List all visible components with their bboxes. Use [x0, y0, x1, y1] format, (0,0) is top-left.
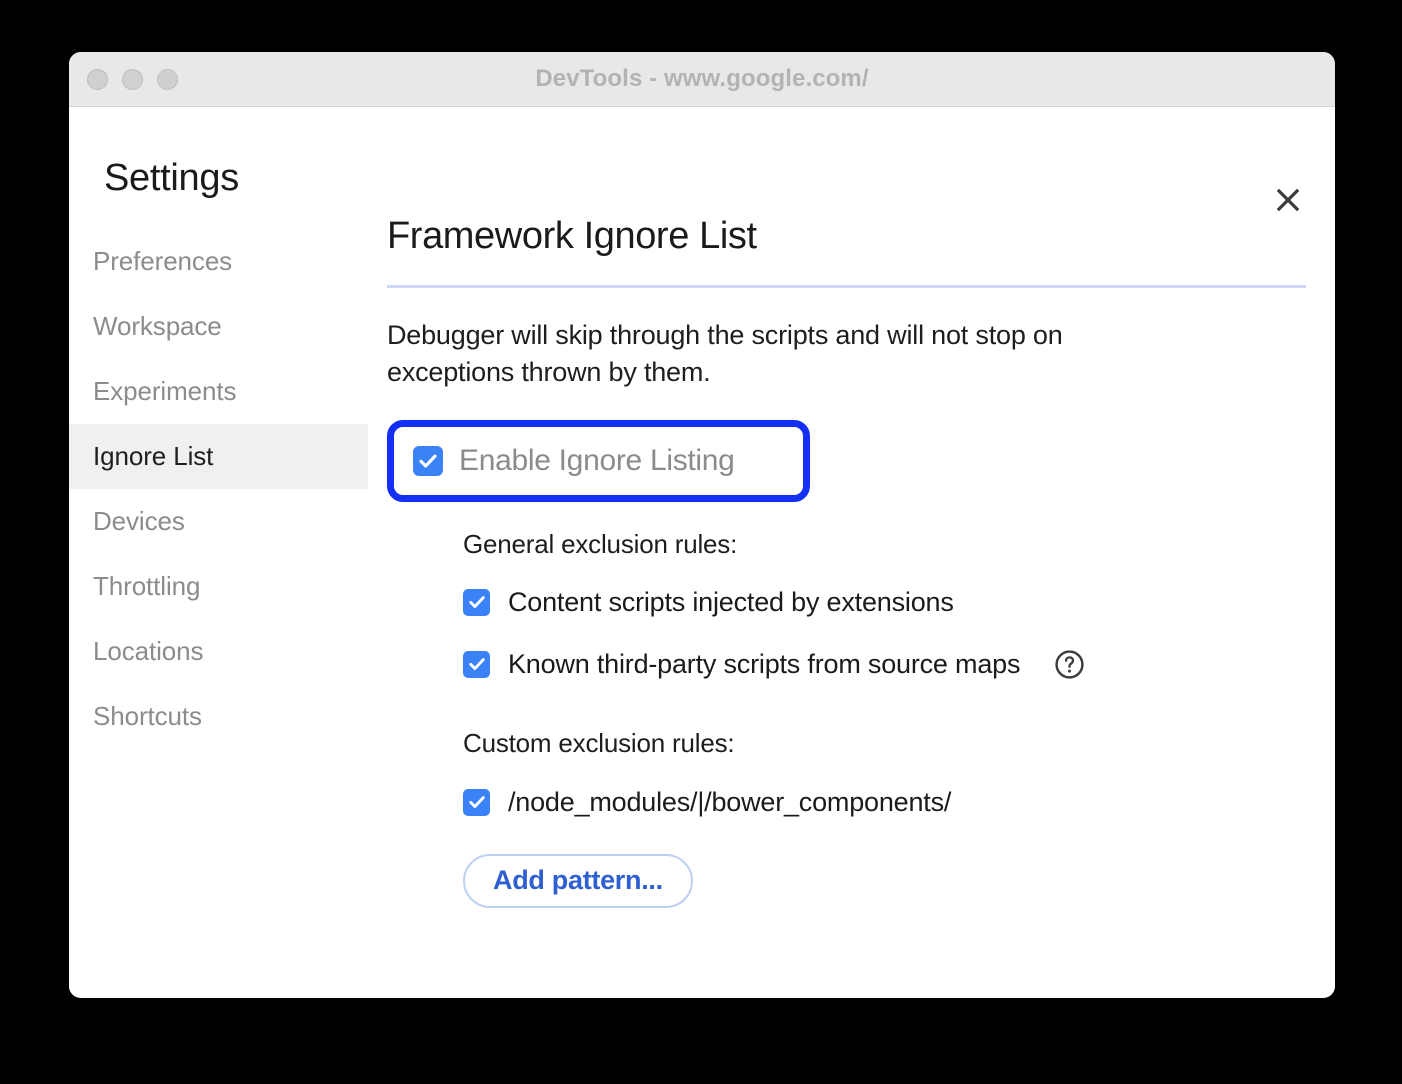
content-scripts-checkbox[interactable] — [463, 588, 490, 616]
custom-pattern-checkbox[interactable] — [463, 788, 490, 816]
sidebar-item-shortcuts[interactable]: Shortcuts — [69, 684, 368, 749]
sidebar-item-label: Locations — [93, 636, 204, 666]
settings-heading: Settings — [104, 157, 239, 199]
panel-description: Debugger will skip through the scripts a… — [387, 320, 1063, 387]
sidebar-item-devices[interactable]: Devices — [69, 489, 368, 554]
third-party-scripts-label: Known third-party scripts from source ma… — [508, 648, 1021, 679]
help-icon[interactable] — [1054, 649, 1085, 680]
sidebar-item-experiments[interactable]: Experiments — [69, 359, 368, 424]
checkmark-icon — [468, 658, 485, 671]
sidebar-item-locations[interactable]: Locations — [69, 619, 368, 684]
page-title: Framework Ignore List — [387, 215, 757, 257]
zoom-window-button[interactable] — [157, 69, 178, 90]
general-exclusion-rules-section: General exclusion rules: Content scripts… — [463, 529, 1307, 680]
sidebar-item-workspace[interactable]: Workspace — [69, 294, 368, 359]
custom-pattern-label: /node_modules/|/bower_components/ — [508, 786, 952, 817]
devtools-window: DevTools - www.google.com/ Settings Pref… — [69, 52, 1335, 998]
custom-exclusion-rules-section: Custom exclusion rules: /node_modules/|/… — [463, 728, 1307, 908]
rule-row-third-party-scripts[interactable]: Known third-party scripts from source ma… — [463, 649, 1307, 680]
custom-rules-heading: Custom exclusion rules: — [463, 727, 735, 758]
sidebar-item-label: Workspace — [93, 311, 222, 341]
checkmark-icon — [468, 596, 485, 609]
sidebar-item-label: Throttling — [93, 571, 201, 601]
sidebar-item-preferences[interactable]: Preferences — [69, 229, 368, 294]
rule-row-custom-pattern[interactable]: /node_modules/|/bower_components/ — [463, 787, 1307, 818]
sidebar-item-label: Shortcuts — [93, 701, 202, 731]
general-rules-heading: General exclusion rules: — [463, 528, 738, 559]
window-titlebar: DevTools - www.google.com/ — [69, 52, 1335, 107]
title-divider — [387, 285, 1306, 288]
close-settings-button[interactable] — [1271, 183, 1305, 217]
screen-background: DevTools - www.google.com/ Settings Pref… — [0, 0, 1402, 1084]
enable-ignore-listing-checkbox[interactable] — [413, 445, 443, 476]
window-title: DevTools - www.google.com/ — [535, 65, 869, 92]
sidebar-item-label: Devices — [93, 506, 185, 536]
settings-sidebar: Settings Preferences Workspace Experimen… — [69, 107, 368, 997]
sidebar-item-label: Experiments — [93, 376, 237, 406]
rule-row-content-scripts[interactable]: Content scripts injected by extensions — [463, 587, 1307, 618]
checkmark-icon — [419, 454, 437, 468]
third-party-scripts-checkbox[interactable] — [463, 650, 490, 678]
add-pattern-button[interactable]: Add pattern... — [463, 853, 693, 908]
enable-ignore-listing-row[interactable]: Enable Ignore Listing — [413, 420, 735, 502]
close-window-button[interactable] — [87, 69, 108, 90]
traffic-light-group — [87, 52, 178, 107]
question-mark-circle-icon — [1055, 650, 1084, 679]
settings-nav: Preferences Workspace Experiments Ignore… — [69, 229, 368, 749]
sidebar-item-ignore-list[interactable]: Ignore List — [69, 424, 368, 489]
minimize-window-button[interactable] — [122, 69, 143, 90]
checkmark-icon — [468, 796, 485, 809]
sidebar-item-label: Preferences — [93, 246, 233, 276]
sidebar-item-label: Ignore List — [93, 441, 214, 471]
close-icon — [1276, 188, 1300, 212]
enable-ignore-listing-group: Enable Ignore Listing — [387, 419, 810, 502]
settings-main-panel: Framework Ignore List Debugger will skip… — [368, 107, 1335, 997]
window-body: Settings Preferences Workspace Experimen… — [69, 107, 1335, 997]
content-scripts-label: Content scripts injected by extensions — [508, 586, 954, 617]
enable-ignore-listing-label: Enable Ignore Listing — [459, 443, 735, 477]
sidebar-item-throttling[interactable]: Throttling — [69, 554, 368, 619]
